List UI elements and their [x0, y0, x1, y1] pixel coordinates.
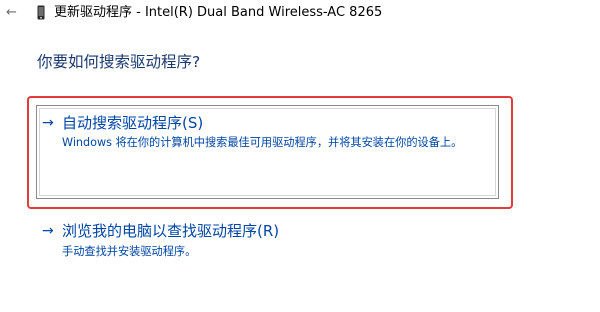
arrow-right-icon: → [42, 223, 54, 239]
arrow-right-icon: → [42, 115, 54, 131]
browse-computer-option-title[interactable]: 浏览我的电脑以查找驱动程序(R) [62, 222, 279, 240]
title-bar: ← 更新驱动程序 - Intel(R) Dual Band Wireless-A… [0, 0, 600, 28]
device-icon [37, 5, 45, 20]
browse-computer-option-description: 手动查找并安装驱动程序。 [62, 245, 197, 258]
auto-search-option-description: Windows 将在你的计算机中搜索最佳可用驱动程序，并将其安装在你的设备上。 [62, 136, 463, 149]
page-heading: 你要如何搜索驱动程序? [37, 53, 201, 71]
back-arrow-icon[interactable]: ← [6, 6, 17, 20]
window-title: 更新驱动程序 - Intel(R) Dual Band Wireless-AC … [54, 5, 383, 20]
auto-search-option-title[interactable]: 自动搜索驱动程序(S) [62, 114, 203, 132]
